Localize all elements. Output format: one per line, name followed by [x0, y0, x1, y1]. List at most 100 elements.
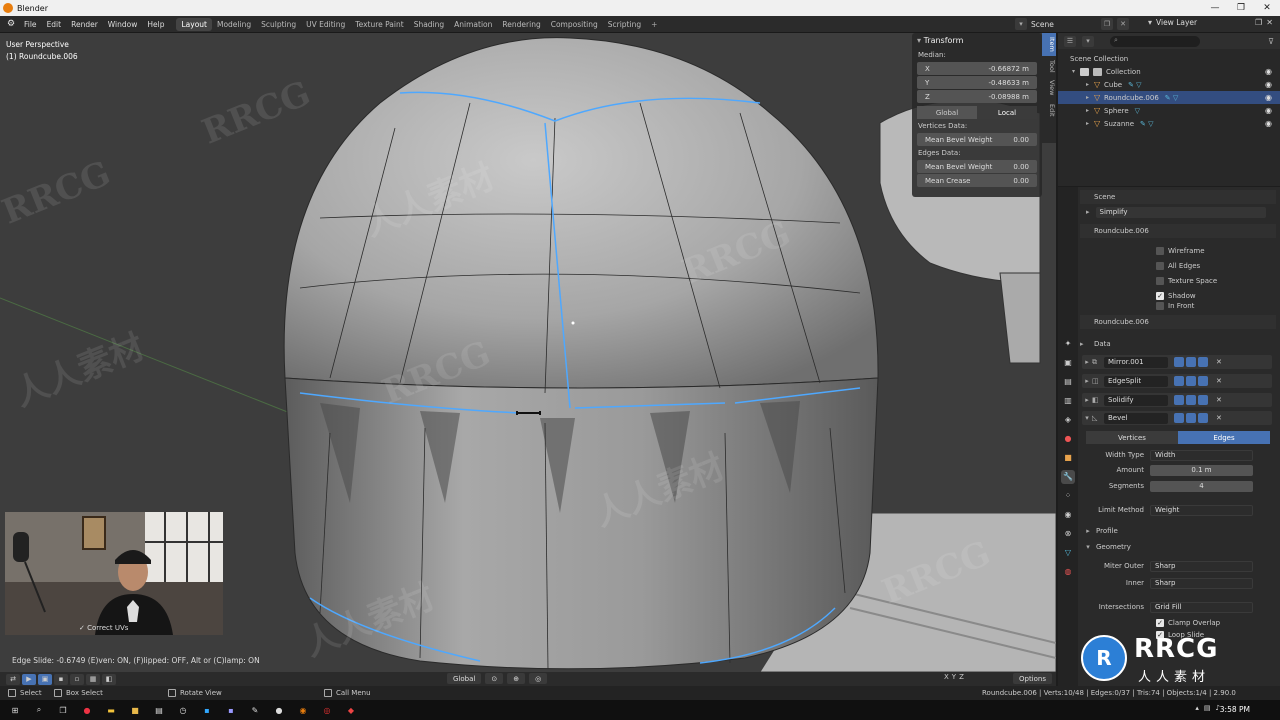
modifier-bevel[interactable]: ▾ ◺ Bevel ✕ [1082, 411, 1272, 425]
minimize-button[interactable]: — [1202, 0, 1228, 16]
checkbox[interactable]: ✓ [1156, 619, 1164, 627]
tab-layout[interactable]: Layout [176, 17, 212, 31]
expand-arrow-icon[interactable]: ▸ [1086, 94, 1094, 101]
viewport-toggle-icon[interactable] [1186, 395, 1196, 405]
maximize-button[interactable]: ❐ [1228, 0, 1254, 16]
transform-panel-title[interactable]: Transform [917, 36, 1037, 45]
expand-arrow-icon[interactable]: ▸ [1086, 81, 1094, 88]
checkbox[interactable] [1156, 302, 1164, 310]
vertex-select-icon[interactable]: ▪ [54, 673, 68, 685]
expand-arrow-icon[interactable]: ▸ [1086, 107, 1094, 114]
shadow-option[interactable]: ✓ Shadow [1080, 289, 1276, 303]
clock[interactable]: 3:58 PM [1220, 705, 1250, 714]
limit-method-dropdown[interactable]: Weight [1150, 504, 1253, 516]
outliner-search-input[interactable]: ⌕ [1110, 35, 1200, 47]
pivot-point-icon[interactable]: ⊙ [485, 673, 504, 684]
tab-animation[interactable]: Animation [449, 18, 497, 31]
modifier-name[interactable]: Solidify [1104, 394, 1168, 406]
after-effects-icon[interactable]: ▪ [222, 703, 240, 717]
proportional-edit-icon[interactable]: ◎ [529, 673, 548, 684]
material-tab-icon[interactable]: ◍ [1061, 565, 1075, 579]
display-mode-icon[interactable]: ▾ [1082, 35, 1094, 47]
data-tab-icon[interactable]: ▽ [1061, 546, 1075, 560]
scene-selector[interactable]: ▾ Scene ❐ ✕ [1015, 18, 1129, 30]
local-toggle[interactable]: Local [977, 106, 1037, 119]
outliner-item-suzanne[interactable]: ▸ ▽ Suzanne ✎ ▽ ◉ [1058, 117, 1280, 130]
object-properties-header[interactable]: Roundcube.006 [1080, 224, 1276, 238]
checkbox[interactable] [1156, 262, 1164, 270]
edit-mode-toggle-icon[interactable] [1174, 395, 1184, 405]
photoshop-icon[interactable]: ▪ [198, 703, 216, 717]
network-icon[interactable]: ▤ [1204, 704, 1211, 712]
intersection-dropdown[interactable]: Grid Fill [1150, 601, 1253, 613]
visibility-eye-icon[interactable]: ◉ [1265, 119, 1272, 128]
global-toggle[interactable]: Global [917, 106, 977, 119]
outliner-collection[interactable]: ▾ Collection ◉ [1058, 65, 1280, 78]
amount-field[interactable]: 0.1 m [1150, 464, 1253, 476]
blender-logo-icon[interactable]: ⚙ [4, 18, 18, 30]
blender-taskbar-icon[interactable]: ◉ [294, 703, 312, 717]
orientation-dropdown[interactable]: Global [447, 673, 482, 684]
object-tab-icon[interactable]: ■ [1061, 451, 1075, 465]
width-type-dropdown[interactable]: Width [1150, 449, 1253, 461]
visibility-eye-icon[interactable]: ◉ [1265, 80, 1272, 89]
app-icon[interactable]: ▤ [150, 703, 168, 717]
modifier-mirror[interactable]: ▸ ⧉ Mirror.001 ✕ [1082, 355, 1272, 369]
physics-tab-icon[interactable]: ◉ [1061, 508, 1075, 522]
viewport-toggle-icon[interactable] [1186, 376, 1196, 386]
menu-window[interactable]: Window [108, 20, 138, 29]
menu-edit[interactable]: Edit [47, 20, 62, 29]
affect-vertices-button[interactable]: Vertices [1086, 431, 1178, 444]
remove-scene-icon[interactable]: ✕ [1117, 18, 1129, 30]
segments-field[interactable]: 4 [1150, 480, 1253, 492]
edge-select-icon[interactable]: ▫ [70, 673, 84, 685]
modifier-name[interactable]: Mirror.001 [1104, 356, 1168, 368]
modifier-properties-header[interactable]: Roundcube.006 [1080, 315, 1276, 329]
render-toggle-icon[interactable] [1198, 395, 1208, 405]
outliner-item-roundcube[interactable]: ▸ ▽ Roundcube.006 ✎ ▽ ◉ [1058, 91, 1280, 104]
search-icon[interactable]: ⌕ [30, 703, 48, 717]
edge-bevel-weight-field[interactable]: Mean Bevel Weight 0.00 [917, 160, 1037, 173]
modifier-name[interactable]: Bevel [1104, 412, 1168, 424]
data-panel[interactable]: ▸ Data [1080, 337, 1276, 351]
expand-arrow-icon[interactable]: ▾ [1072, 68, 1080, 75]
add-workspace-button[interactable]: + [646, 18, 662, 31]
remove-view-layer-icon[interactable]: ✕ [1266, 18, 1273, 27]
view-layer-selector[interactable]: ▾ View Layer ❐ ✕ [1148, 18, 1273, 27]
viewport-toggle-icon[interactable] [1186, 413, 1196, 423]
collapse-arrow-icon[interactable]: ▾ [1082, 414, 1092, 422]
simplify-panel[interactable]: ▸ Simplify [1080, 205, 1276, 219]
options-dropdown[interactable]: Options [1012, 673, 1052, 684]
axis-y-toggle[interactable]: Y [952, 673, 956, 681]
wireframe-option[interactable]: Wireframe [1080, 244, 1276, 258]
visibility-eye-icon[interactable]: ◉ [1265, 93, 1272, 102]
clock-app-icon[interactable]: ◷ [174, 703, 192, 717]
miter-outer-dropdown[interactable]: Sharp [1150, 560, 1253, 572]
affect-edges-button[interactable]: Edges [1178, 431, 1270, 444]
view-layer-name[interactable]: View Layer [1156, 18, 1251, 27]
edit-mode-toggle-icon[interactable] [1174, 376, 1184, 386]
scene-tab-icon[interactable]: ◈ [1061, 413, 1075, 427]
modifier-name[interactable]: EdgeSplit [1104, 375, 1168, 387]
all-edges-option[interactable]: All Edges [1080, 259, 1276, 273]
world-tab-icon[interactable]: ● [1061, 432, 1075, 446]
tab-shading[interactable]: Shading [409, 18, 449, 31]
task-view-icon[interactable]: ❐ [54, 703, 72, 717]
edit-mode-toggle-icon[interactable] [1174, 413, 1184, 423]
start-icon[interactable]: ⊞ [6, 703, 24, 717]
remove-modifier-icon[interactable]: ✕ [1216, 358, 1222, 366]
face-select-icon[interactable]: ▦ [86, 673, 100, 685]
expand-arrow-icon[interactable]: ▸ [1082, 358, 1092, 366]
scene-properties-header[interactable]: Scene [1080, 190, 1276, 204]
tweak-tool-icon[interactable]: ▶ [22, 673, 36, 685]
remove-modifier-icon[interactable]: ✕ [1216, 377, 1222, 385]
median-x-field[interactable]: X -0.66872 m [917, 62, 1037, 75]
pen-icon[interactable]: ✎ [246, 703, 264, 717]
editor-type-icon[interactable]: ⇄ [6, 673, 20, 685]
tab-texture-paint[interactable]: Texture Paint [350, 18, 408, 31]
checkbox[interactable] [1156, 277, 1164, 285]
editor-type-icon[interactable]: ☰ [1064, 35, 1076, 47]
tab-scripting[interactable]: Scripting [603, 18, 646, 31]
expand-arrow-icon[interactable]: ▸ [1082, 396, 1092, 404]
sphere-app-icon[interactable]: ● [270, 703, 288, 717]
